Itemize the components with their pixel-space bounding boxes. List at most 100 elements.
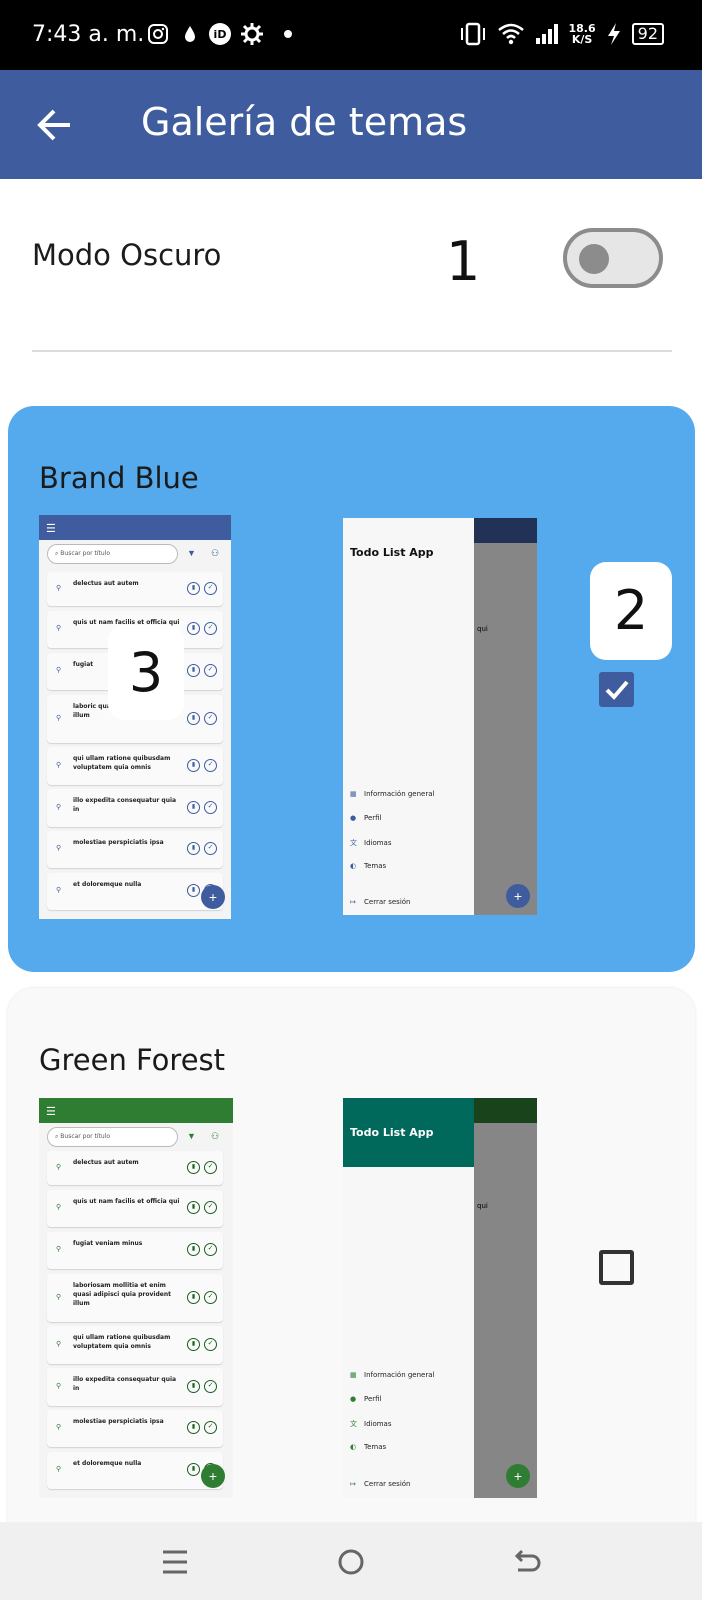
palette-icon: ◐ [350,862,357,870]
drawer-nav-languages: 文 Idiomas [350,838,392,848]
list-item: ⚲ delectus aut autem ▮ ✓ [47,1151,223,1185]
list-item: ⚲et doloremque nulla▮✓ [47,1452,223,1489]
check-icon: ✓ [204,1380,217,1393]
pin-icon: ⚲ [56,1204,62,1211]
system-nav-bar [0,1522,702,1600]
dark-mode-toggle[interactable] [563,228,663,288]
theme-select-checkbox[interactable] [599,1250,634,1285]
delete-icon: ▮ [187,712,200,725]
list-item-text: molestiae perspiciatis ipsa [73,1418,164,1425]
drawer-nav-profile: ● Perfil [350,1395,382,1403]
menu-icon[interactable] [155,1542,195,1582]
list-item-text: molestiae perspiciatis ipsa [73,839,164,846]
list-item-text: delectus aut autem [73,1159,139,1166]
preview-search-placeholder: Buscar por título [60,550,111,557]
pin-icon: ⚲ [56,1383,62,1390]
drawer-header: Todo List App [343,1098,474,1167]
user-icon: ⚇ [211,1131,220,1141]
theme-card-green-forest[interactable]: Green Forest ☰ ⌕ Buscar por título ▼ ⚇ ⚲… [8,988,695,1600]
logout-icon: ↦ [350,898,356,906]
list-item: ⚲ illo expedita consequatur quia in ▮ ✓ [47,1368,223,1406]
nav-label: Idiomas [364,839,392,847]
drawer-nav-themes: ◐ Temas [350,1443,386,1451]
translate-icon: 文 [350,1420,357,1428]
preview-search: ⌕ Buscar por título [47,1127,178,1147]
add-fab: + [506,1464,530,1488]
pin-icon: ⚲ [56,887,62,894]
back-icon[interactable] [506,1542,546,1582]
theme-title: Brand Blue [39,461,199,495]
list-item-text: qui ullam ratione quibusdam voluptatem q… [73,1334,171,1350]
pin-icon: ⚲ [56,804,62,811]
add-fab: + [506,884,530,908]
list-item: ⚲ molestiae perspiciatis ipsa ▮ ✓ [47,831,223,868]
list-item: ⚲ delectus aut autem ▮ ✓ [47,572,223,606]
net-speed-unit: K/S [571,33,593,46]
add-fab: + [201,1464,225,1488]
drawer-nav-logout: ↦ Cerrar sesión [350,1480,410,1488]
preview-drawer: Todo List App ▦ Información general ● Perf… [343,518,474,915]
list-item-text: illo expedita consequatur quia in [73,797,177,813]
delete-icon: ▮ [187,1291,200,1304]
pin-icon: ⚲ [56,715,62,722]
list-item: ⚲ laboriosam mollitia et enim quasi adipi… [47,1274,223,1322]
drawer-nav-profile: ● Perfil [350,814,382,822]
pin-icon: ⚲ [56,1164,62,1171]
vibrate-icon [460,22,485,46]
drawer-title: Todo List App [350,1126,434,1139]
person-icon: ● [350,814,357,822]
nav-label: Temas [364,1443,387,1451]
drawer-nav-info: ▦ Información general [350,1371,434,1379]
list-item-text: delectus aut autem [73,580,139,587]
filter-icon: ▼ [187,1131,196,1141]
menu-icon: ☰ [46,523,56,535]
list-item: ⚲et doloremque nulla▮✓ [47,873,223,910]
pin-icon: ⚲ [56,762,62,769]
pin-icon: ⚲ [56,1294,62,1301]
delete-icon: ▮ [187,842,200,855]
check-icon: ✓ [204,1338,217,1351]
theme-select-checkbox[interactable] [599,672,634,707]
nav-label: Información general [364,1371,435,1379]
delete-icon: ▮ [187,1380,200,1393]
badge-2: 2 [590,562,672,660]
toggle-knob [579,244,609,274]
translate-icon: 文 [350,839,357,847]
delete-icon: ▮ [187,1161,200,1174]
signal-icon [535,24,558,44]
theme-card-brand-blue[interactable]: Brand Blue ☰ ⌕ Buscar por título ▼ ⚇ ⚲ de… [8,406,695,972]
battery-level: 92 [631,23,664,45]
badge-1: 1 [446,230,481,293]
nav-label: Información general [364,790,435,798]
list-item: ⚲ illo expedita consequatur quia in ▮ ✓ [47,789,223,827]
preview-search: ⌕ Buscar por título [47,544,178,564]
delete-icon: ▮ [187,884,200,897]
nav-label: Idiomas [364,1420,392,1428]
pin-icon: ⚲ [56,1424,62,1431]
check-icon: ✓ [204,582,217,595]
list-item-text: et doloremque nulla [73,1460,142,1467]
gear-icon [241,23,263,45]
logout-icon: ↦ [350,1480,356,1488]
palette-icon: ◐ [350,1443,357,1451]
wifi-icon [497,23,524,45]
preview-drawer: Todo List App ▦ Información general ● Perf… [343,1098,474,1498]
delete-icon: ▮ [187,622,200,635]
check-icon: ✓ [204,842,217,855]
svg-text:iD: iD [214,28,227,41]
delete-icon: ▮ [187,1243,200,1256]
check-icon: ✓ [204,801,217,814]
pin-icon: ⚲ [56,1466,62,1473]
list-item: ⚲ molestiae perspiciatis ipsa ▮ ✓ [47,1410,223,1447]
home-circle-icon[interactable] [331,1542,371,1582]
page-title: Galería de temas [141,100,468,144]
arrow-left-icon[interactable] [32,102,78,148]
drawer-nav-themes: ◐ Temas [350,862,386,870]
person-icon: ● [350,1395,357,1403]
check-icon: ✓ [204,712,217,725]
pin-icon: ⚲ [56,667,62,674]
pin-icon: ⚲ [56,1341,62,1348]
nav-label: Perfil [364,1395,382,1403]
check-icon: ✓ [204,622,217,635]
id-icon: iD [209,23,231,45]
